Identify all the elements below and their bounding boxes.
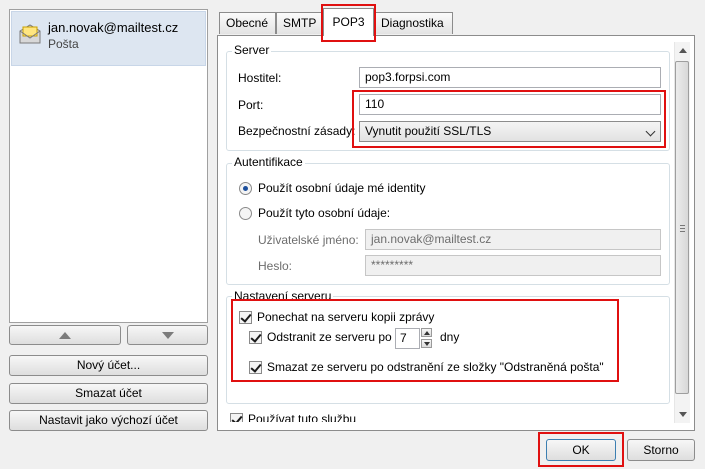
port-label: Port: xyxy=(238,98,264,112)
delete-after-checkbox[interactable] xyxy=(249,331,262,344)
spin-up-icon xyxy=(424,331,430,335)
tab-diagnostics[interactable]: Diagnostika xyxy=(374,12,453,34)
days-unit-label: dny xyxy=(440,330,460,344)
security-select[interactable]: Vynutit použití SSL/TLS xyxy=(359,121,661,142)
days-increment-button[interactable] xyxy=(421,328,432,337)
account-email: jan.novak@mailtest.cz xyxy=(48,20,179,35)
move-up-button[interactable] xyxy=(9,325,121,345)
username-label: Uživatelské jméno: xyxy=(258,233,359,247)
host-input[interactable]: pop3.forpsi.com xyxy=(359,67,661,88)
security-label: Bezpečnostní zásady: xyxy=(238,124,356,138)
delete-after-days-input[interactable]: 7 xyxy=(395,328,420,349)
radio-identity-label[interactable]: Použít osobní údaje mé identity xyxy=(258,181,425,195)
mail-envelope-icon xyxy=(19,24,41,44)
account-item[interactable]: jan.novak@mailtest.cz Pošta xyxy=(11,11,206,66)
scroll-thumb[interactable] xyxy=(675,61,689,394)
grip-line xyxy=(680,228,685,229)
auth-group-title: Autentifikace xyxy=(232,155,305,169)
delete-after-label[interactable]: Odstranit ze serveru po xyxy=(267,330,392,344)
new-account-button[interactable]: Nový účet... xyxy=(9,355,208,376)
radio-identity[interactable] xyxy=(239,182,252,195)
radio-custom-label[interactable]: Použít tyto osobní údaje: xyxy=(258,206,390,220)
keep-copy-checkbox[interactable] xyxy=(239,311,252,324)
chevron-down-icon xyxy=(645,126,656,137)
scroll-up-icon[interactable] xyxy=(679,48,687,53)
delete-on-trash-checkbox[interactable] xyxy=(249,361,262,374)
scroll-down-icon[interactable] xyxy=(679,412,687,417)
keep-copy-label[interactable]: Ponechat na serveru kopii zprávy xyxy=(257,310,434,324)
host-label: Hostitel: xyxy=(238,71,282,85)
password-input[interactable]: ********* xyxy=(365,255,661,276)
delete-on-trash-label[interactable]: Smazat ze serveru po odstranění ze složk… xyxy=(267,360,604,374)
tab-general[interactable]: Obecné xyxy=(219,12,276,34)
spin-down-icon xyxy=(424,342,430,346)
arrow-up-icon xyxy=(59,332,71,339)
tab-smtp[interactable]: SMTP xyxy=(276,12,322,34)
account-type: Pošta xyxy=(48,37,79,51)
delete-account-button[interactable]: Smazat účet xyxy=(9,383,208,404)
password-label: Heslo: xyxy=(258,259,293,273)
move-down-button[interactable] xyxy=(127,325,208,345)
ok-button[interactable]: OK xyxy=(546,439,616,461)
port-input[interactable]: 110 xyxy=(359,94,661,115)
use-service-label[interactable]: Používat tuto službu xyxy=(248,412,356,422)
use-service-row: Používat tuto službu xyxy=(226,410,670,422)
username-input[interactable]: jan.novak@mailtest.cz xyxy=(365,229,661,250)
server-settings-title: Nastavení serveru xyxy=(232,289,334,303)
cancel-button[interactable]: Storno xyxy=(627,439,695,461)
account-list: jan.novak@mailtest.cz Pošta xyxy=(9,9,208,323)
days-decrement-button[interactable] xyxy=(421,339,432,348)
grip-line xyxy=(680,225,685,226)
radio-custom[interactable] xyxy=(239,207,252,220)
server-group-title: Server xyxy=(232,43,272,57)
arrow-down-icon xyxy=(161,332,174,339)
grip-line xyxy=(680,231,685,232)
use-service-checkbox[interactable] xyxy=(230,413,243,422)
tab-pop3[interactable]: POP3 xyxy=(323,8,374,36)
security-select-value: Vynutit použití SSL/TLS xyxy=(365,124,492,138)
set-default-account-button[interactable]: Nastavit jako výchozí účet xyxy=(9,410,208,431)
